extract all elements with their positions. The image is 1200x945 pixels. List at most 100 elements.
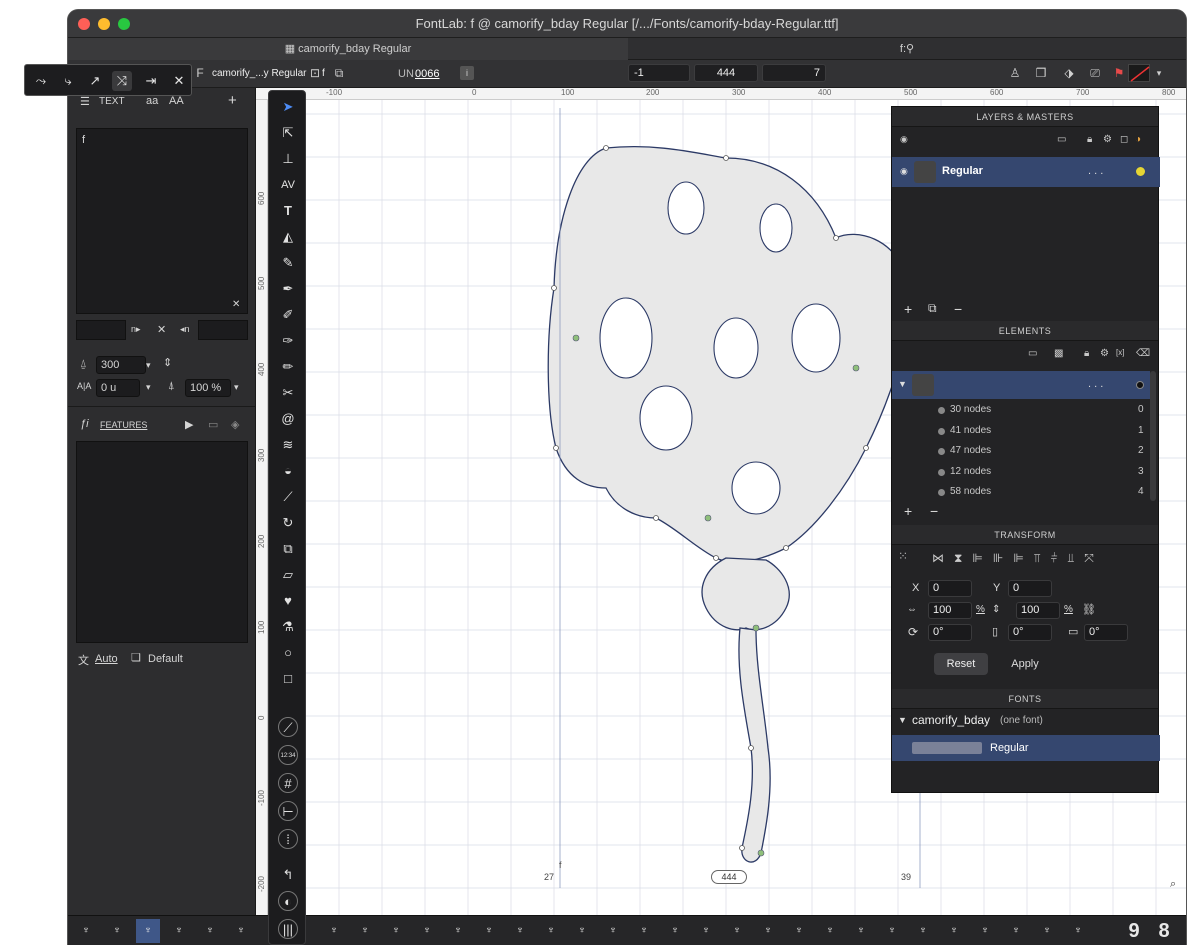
- glyph-cell[interactable]: ♆: [229, 919, 253, 943]
- copy-icon[interactable]: ⧉: [332, 66, 346, 80]
- height-scale-input[interactable]: 100: [1016, 602, 1060, 619]
- eye-icon[interactable]: ◉: [900, 134, 908, 145]
- glyph-cell[interactable]: ♆: [973, 919, 997, 943]
- close-icon[interactable]: ✕: [169, 71, 189, 91]
- brush-tool-icon[interactable]: ✎: [278, 253, 298, 273]
- x-input[interactable]: 0: [928, 580, 972, 597]
- gear-icon[interactable]: ⚙: [1100, 348, 1109, 359]
- features-label[interactable]: FEATURES: [100, 420, 147, 430]
- kerning-tool-icon[interactable]: AV: [278, 175, 298, 195]
- add-element-icon[interactable]: +: [904, 503, 912, 519]
- remove-element-icon[interactable]: −: [930, 503, 938, 519]
- clock-icon[interactable]: 12:34: [278, 745, 298, 765]
- width-scale-input[interactable]: 100: [928, 602, 972, 619]
- pencil-tool-icon[interactable]: ✏: [278, 357, 298, 377]
- glyph-cell[interactable]: ♆: [787, 919, 811, 943]
- duplicate-layer-icon[interactable]: ⧉: [928, 301, 937, 316]
- hamburger-icon[interactable]: ☰: [80, 95, 90, 108]
- glyph-cell[interactable]: ♆: [508, 919, 532, 943]
- rotate-tool-icon[interactable]: ↻: [278, 513, 298, 533]
- slant-tool-icon[interactable]: ▱: [278, 565, 298, 585]
- glyph-cell[interactable]: ♆: [353, 919, 377, 943]
- ellipse-tool-icon[interactable]: ○: [278, 643, 298, 663]
- element-item[interactable]: 58 nodes 4: [892, 483, 1150, 503]
- features-editor[interactable]: [76, 441, 248, 643]
- lock-icon[interactable]: 🔒︎: [1087, 134, 1092, 145]
- element-item[interactable]: 41 nodes 1: [892, 422, 1150, 442]
- shape-tool-icon[interactable]: ♥: [278, 591, 298, 611]
- preview-icon[interactable]: ◐: [278, 891, 298, 911]
- glyph-cell[interactable]: ♆: [384, 919, 408, 943]
- person-icon[interactable]: ♙: [1008, 66, 1022, 80]
- guide-snap-icon[interactable]: ⊢: [278, 801, 298, 821]
- element-row[interactable]: ▼ . . .: [892, 371, 1150, 399]
- swap-icon[interactable]: ✕: [157, 323, 166, 336]
- clear-icon[interactable]: ✕: [232, 299, 240, 310]
- metrics-tool-icon[interactable]: ⊥: [278, 149, 298, 169]
- master-color-dot[interactable]: [1136, 167, 1145, 176]
- info-icon[interactable]: i: [460, 66, 474, 80]
- glyph-cell[interactable]: ♆: [849, 919, 873, 943]
- reset-button[interactable]: Reset: [934, 653, 988, 675]
- bracket-icon[interactable]: [x]: [1116, 348, 1124, 357]
- ruler-icon[interactable]: ▭: [1057, 134, 1066, 145]
- glyph-cell[interactable]: ♆: [415, 919, 439, 943]
- disclosure-triangle-icon[interactable]: ▼: [898, 379, 907, 389]
- scale-tool-icon[interactable]: ⧉: [278, 539, 298, 559]
- color-swatch[interactable]: [1128, 64, 1150, 82]
- toolbar-field-b[interactable]: 444: [694, 64, 758, 82]
- slant-a-input[interactable]: 0°: [1008, 624, 1052, 641]
- align-icons[interactable]: ⋈⧗⊫⊪⊫⫪⫩⫫⤧: [932, 551, 1104, 566]
- default-label[interactable]: Default: [148, 653, 183, 665]
- y-input[interactable]: 0: [1008, 580, 1052, 597]
- glyph-cell-eight[interactable]: 8: [1152, 919, 1176, 943]
- chevron-down-icon[interactable]: ▾: [1152, 66, 1166, 80]
- tangent-node-icon[interactable]: ⤨: [112, 71, 132, 91]
- lock-icon[interactable]: 🔒︎: [1084, 348, 1089, 359]
- line-height-icon[interactable]: ⇕: [163, 356, 172, 369]
- element-color-dot[interactable]: [1136, 381, 1144, 389]
- glyph-cell[interactable]: ♆: [725, 919, 749, 943]
- toolbar-field-c[interactable]: 7: [762, 64, 826, 82]
- open-contour-icon[interactable]: ⤳: [31, 71, 51, 91]
- harmonize-tool-icon[interactable]: ≋: [278, 435, 298, 455]
- glyph-cell[interactable]: ♆: [880, 919, 904, 943]
- remove-layer-icon[interactable]: −: [954, 301, 962, 317]
- toolbar-field-a[interactable]: -1: [628, 64, 690, 82]
- glyph-cell[interactable]: ♆: [818, 919, 842, 943]
- cube-icon[interactable]: ◈: [231, 418, 239, 431]
- pen-tool-icon[interactable]: ✒: [278, 279, 298, 299]
- rotate-input[interactable]: 0°: [928, 624, 972, 641]
- glyph-cell[interactable]: ♆: [539, 919, 563, 943]
- layers-icon[interactable]: ❒: [1034, 66, 1048, 80]
- scale-input[interactable]: 100 %: [185, 379, 231, 397]
- add-layer-icon[interactable]: +: [904, 301, 912, 317]
- glyph-cell[interactable]: ♆: [446, 919, 470, 943]
- node-curve-icon[interactable]: ⤷: [58, 71, 78, 91]
- font-size-input[interactable]: 300: [96, 356, 146, 374]
- search-icon[interactable]: ⌕: [1170, 878, 1176, 891]
- tracking-input[interactable]: 0 u: [96, 379, 140, 397]
- width-pct[interactable]: %: [976, 604, 985, 615]
- height-pct[interactable]: %: [1064, 604, 1073, 615]
- compass-icon[interactable]: ⟋: [278, 717, 298, 737]
- glyph-cell[interactable]: ♆: [167, 919, 191, 943]
- rectangle-tool-icon[interactable]: □: [278, 669, 298, 689]
- tab-glyph[interactable]: f:⚲: [628, 38, 1186, 60]
- handle-icon[interactable]: ↰: [278, 865, 298, 885]
- pointer-tool-icon[interactable]: ➤: [278, 97, 298, 117]
- power-nib-tool-icon[interactable]: ✑: [278, 331, 298, 351]
- glyph-cell[interactable]: ♆: [1066, 919, 1090, 943]
- suffix-input[interactable]: [198, 320, 248, 340]
- rapidograph-tool-icon[interactable]: ✐: [278, 305, 298, 325]
- master-row[interactable]: ◉ Regular . . .: [892, 157, 1160, 187]
- knife-tool-icon[interactable]: ✂: [278, 383, 298, 403]
- font-row[interactable]: Regular: [892, 735, 1160, 761]
- contour-tool-icon[interactable]: ⇱: [278, 123, 298, 143]
- scale-chevron-icon[interactable]: ▾: [234, 382, 239, 393]
- eye-icon[interactable]: ◉: [900, 166, 908, 177]
- elements-scrollbar[interactable]: [1150, 371, 1156, 501]
- glyph-cell[interactable]: ♆: [136, 919, 160, 943]
- fill-tool-icon[interactable]: ◒: [278, 461, 298, 481]
- glyph-cell[interactable]: ♆: [911, 919, 935, 943]
